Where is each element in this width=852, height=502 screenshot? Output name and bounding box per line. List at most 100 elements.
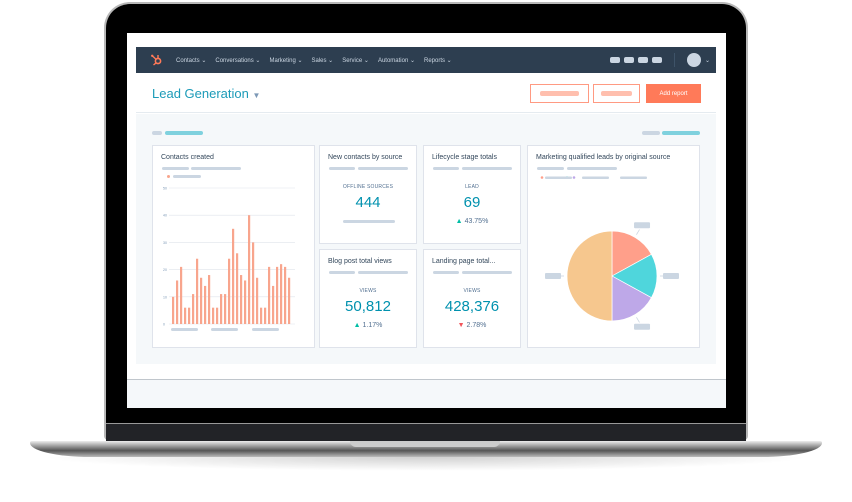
- dashboard-grid: Contacts created 0 10 20 30 40 50 New contact…: [136, 114, 716, 364]
- nav-item-sales[interactable]: Sales ⌄: [312, 57, 334, 64]
- bar[interactable]: [252, 242, 255, 324]
- placeholder: [329, 271, 355, 274]
- pie-slice[interactable]: [566, 230, 613, 322]
- nav-item-contacts[interactable]: Contacts ⌄: [176, 57, 206, 64]
- bar[interactable]: [196, 258, 199, 324]
- placeholder: [162, 167, 189, 170]
- chevron-down-icon[interactable]: ⌄: [705, 57, 710, 64]
- bar[interactable]: [232, 228, 235, 324]
- bar[interactable]: [240, 275, 243, 324]
- hubspot-logo-icon[interactable]: [150, 53, 164, 67]
- bar[interactable]: [180, 266, 183, 324]
- bar[interactable]: [276, 266, 279, 324]
- bar[interactable]: [208, 275, 211, 324]
- placeholder: [358, 167, 408, 170]
- pie-chart: [540, 176, 679, 330]
- bar[interactable]: [216, 307, 219, 324]
- metric-label: LEAD: [465, 184, 479, 190]
- card-title: Contacts created: [161, 154, 214, 161]
- nav-item-marketing[interactable]: Marketing ⌄: [269, 57, 302, 64]
- card-new-contacts[interactable]: New contacts by source OFFLINE SOURCES 4…: [319, 145, 417, 244]
- y-tick-label: 10: [163, 295, 167, 299]
- legend-placeholder: [582, 176, 609, 179]
- bar[interactable]: [212, 307, 215, 324]
- nav-icon-4[interactable]: [651, 57, 662, 63]
- bar[interactable]: [244, 280, 247, 324]
- placeholder: [433, 167, 459, 170]
- metric-change: ▲ 43.75%: [455, 218, 489, 225]
- card-title: Lifecycle stage totals: [432, 154, 497, 161]
- card-title: Marketing qualified leads by original so…: [536, 154, 671, 161]
- y-tick-label: 20: [163, 268, 167, 272]
- bar[interactable]: [264, 307, 267, 324]
- placeholder: [343, 220, 395, 223]
- bar[interactable]: [220, 294, 223, 324]
- bar-chart: 0 10 20 30 40 50: [163, 187, 295, 331]
- filter-placeholder[interactable]: [152, 131, 162, 135]
- placeholder: [537, 167, 564, 170]
- bar[interactable]: [204, 285, 207, 324]
- x-label-placeholder: [211, 328, 238, 331]
- page-title: Lead Generation: [152, 86, 249, 101]
- bar[interactable]: [248, 215, 251, 324]
- nav-item-reports[interactable]: Reports ⌄: [424, 57, 452, 64]
- bar[interactable]: [268, 266, 271, 324]
- bar[interactable]: [224, 294, 227, 324]
- bar[interactable]: [236, 253, 239, 324]
- card-mql[interactable]: Marketing qualified leads by original so…: [527, 145, 700, 348]
- metric-value: 444: [355, 194, 381, 211]
- triangle-down-icon: ▼: [457, 322, 465, 329]
- nav-icon-3[interactable]: [637, 57, 648, 63]
- nav-item-service[interactable]: Service ⌄: [342, 57, 369, 64]
- metric-change: ▲ 1.17%: [353, 322, 383, 329]
- metric-value: 69: [463, 194, 481, 211]
- bar[interactable]: [284, 266, 287, 324]
- screen: Contacts ⌄ Conversations ⌄ Marketing ⌄ Sale…: [127, 33, 726, 408]
- nav-item-conversations[interactable]: Conversations ⌄: [215, 57, 260, 64]
- x-label-placeholder: [171, 328, 198, 331]
- bar[interactable]: [188, 307, 191, 324]
- card-title: New contacts by source: [328, 154, 403, 161]
- card-contacts-created[interactable]: Contacts created 0 10 20 30 40 50: [152, 145, 315, 348]
- divider: [673, 53, 675, 67]
- dashboard-selector[interactable]: Lead Generation ▼: [152, 86, 260, 101]
- caret-down-icon: ▼: [252, 91, 261, 100]
- y-tick-label: 30: [163, 241, 167, 245]
- action-button-1[interactable]: [530, 84, 589, 103]
- placeholder: [462, 167, 512, 170]
- bar[interactable]: [184, 307, 187, 324]
- bar[interactable]: [228, 258, 231, 324]
- bar[interactable]: [280, 264, 283, 324]
- bar[interactable]: [172, 296, 175, 324]
- bottom-panel: [127, 379, 726, 408]
- card-lifecycle[interactable]: Lifecycle stage totals LEAD 69 ▲ 43.75%: [423, 145, 521, 244]
- placeholder: [462, 271, 512, 274]
- triangle-up-icon: ▲: [353, 322, 361, 329]
- metric-label: VIEWS: [359, 288, 377, 294]
- view-placeholder-active[interactable]: [662, 131, 700, 135]
- nav-item-automation[interactable]: Automation ⌄: [378, 57, 415, 64]
- laptop-notch: [350, 441, 500, 447]
- bar[interactable]: [272, 285, 275, 324]
- action-button-2[interactable]: [593, 84, 640, 103]
- view-placeholder[interactable]: [642, 131, 660, 135]
- bar[interactable]: [256, 277, 259, 324]
- card-landing-views[interactable]: Landing page total... VIEWS 428,376 ▼ 2.…: [423, 249, 521, 348]
- slice-label-placeholder: [545, 273, 561, 279]
- card-blog-views[interactable]: Blog post total views VIEWS 50,812 ▲ 1.1…: [319, 249, 417, 348]
- bar[interactable]: [192, 294, 195, 324]
- nav-icon-1[interactable]: [609, 57, 620, 63]
- metric-value: 50,812: [345, 298, 391, 315]
- metric-value: 428,376: [444, 298, 500, 315]
- legend-dot: [540, 176, 544, 179]
- nav-icon-2[interactable]: [623, 57, 634, 63]
- placeholder: [329, 167, 355, 170]
- bar[interactable]: [288, 277, 291, 324]
- avatar[interactable]: [686, 53, 701, 67]
- add-report-button[interactable]: Add report: [646, 84, 701, 103]
- bar[interactable]: [200, 277, 203, 324]
- filter-placeholder-active[interactable]: [165, 131, 203, 135]
- slice-label-placeholder: [634, 222, 651, 229]
- bar[interactable]: [260, 307, 263, 324]
- bar[interactable]: [176, 280, 179, 324]
